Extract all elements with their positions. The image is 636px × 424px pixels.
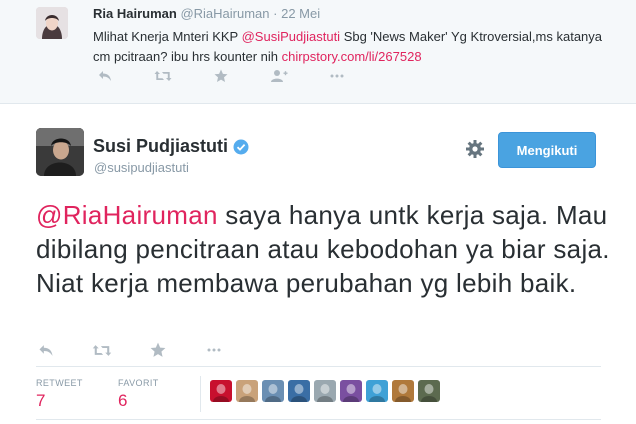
- mention-link[interactable]: @SusiPudjiastuti: [242, 29, 340, 44]
- engagement-avatar[interactable]: [288, 380, 310, 402]
- main-tweet: Susi Pudjiastuti @susipudjiastuti Mengik…: [0, 104, 636, 424]
- engagement-avatar[interactable]: [210, 380, 232, 402]
- avatar-susi[interactable]: [36, 128, 84, 176]
- author-name-row: Susi Pudjiastuti: [93, 136, 249, 157]
- following-button[interactable]: Mengikuti: [498, 132, 596, 168]
- favorite-stat[interactable]: FAVORIT 6: [118, 378, 200, 411]
- verified-badge-icon: [233, 139, 249, 155]
- context-tweet-header: Ria Hairuman @RiaHairuman · 22 Mei: [93, 6, 320, 21]
- context-tweet: Ria Hairuman @RiaHairuman · 22 Mei Mliha…: [0, 0, 636, 104]
- divider: [36, 419, 601, 420]
- engagement-avatar[interactable]: [236, 380, 258, 402]
- engagement-avatar[interactable]: [366, 380, 388, 402]
- star-icon[interactable]: [211, 66, 231, 86]
- follow-icon[interactable]: [269, 66, 289, 86]
- author-handle[interactable]: @RiaHairuman: [180, 6, 269, 21]
- retweet-icon[interactable]: [92, 340, 112, 360]
- author-name[interactable]: Ria Hairuman: [93, 6, 177, 21]
- reply-icon[interactable]: [95, 66, 115, 86]
- mention-link[interactable]: @RiaHairuman: [36, 200, 218, 230]
- author-name[interactable]: Susi Pudjiastuti: [93, 136, 228, 157]
- retweet-stat[interactable]: RETWEET 7: [36, 378, 118, 411]
- retweet-count: 7: [36, 391, 46, 410]
- context-tweet-actions: [95, 66, 385, 86]
- engagement-avatar[interactable]: [314, 380, 336, 402]
- reply-icon[interactable]: [36, 340, 56, 360]
- author-handle[interactable]: @susipudjiastuti: [94, 160, 189, 175]
- more-icon[interactable]: [204, 340, 224, 360]
- engagement-avatar[interactable]: [340, 380, 362, 402]
- tweet-stats: RETWEET 7 FAVORIT 6: [36, 378, 200, 411]
- gear-icon[interactable]: [465, 139, 485, 159]
- favorite-count: 6: [118, 391, 128, 410]
- engagement-avatars: [210, 380, 444, 402]
- engagement-avatar[interactable]: [392, 380, 414, 402]
- divider: [36, 366, 601, 367]
- context-tweet-text: Mlihat Knerja Mnteri KKP @SusiPudjiastut…: [93, 27, 613, 67]
- separator: ·: [273, 6, 278, 21]
- retweet-icon[interactable]: [153, 66, 173, 86]
- main-tweet-actions: [36, 340, 260, 360]
- star-icon[interactable]: [148, 340, 168, 360]
- main-tweet-text: @RiaHairuman saya hanya untk kerja saja.…: [36, 198, 616, 300]
- tweet-text-part: Mlihat Knerja Mnteri KKP: [93, 29, 242, 44]
- engagement-avatar[interactable]: [262, 380, 284, 402]
- tweet-time[interactable]: 22 Mei: [281, 6, 320, 21]
- avatar-ria[interactable]: [36, 7, 68, 39]
- url-link[interactable]: chirpstory.com/li/267528: [282, 49, 422, 64]
- engagement-avatar[interactable]: [418, 380, 440, 402]
- stats-separator: [200, 376, 201, 412]
- retweet-label: RETWEET: [36, 378, 83, 388]
- favorite-label: FAVORIT: [118, 378, 159, 388]
- more-icon[interactable]: [327, 66, 347, 86]
